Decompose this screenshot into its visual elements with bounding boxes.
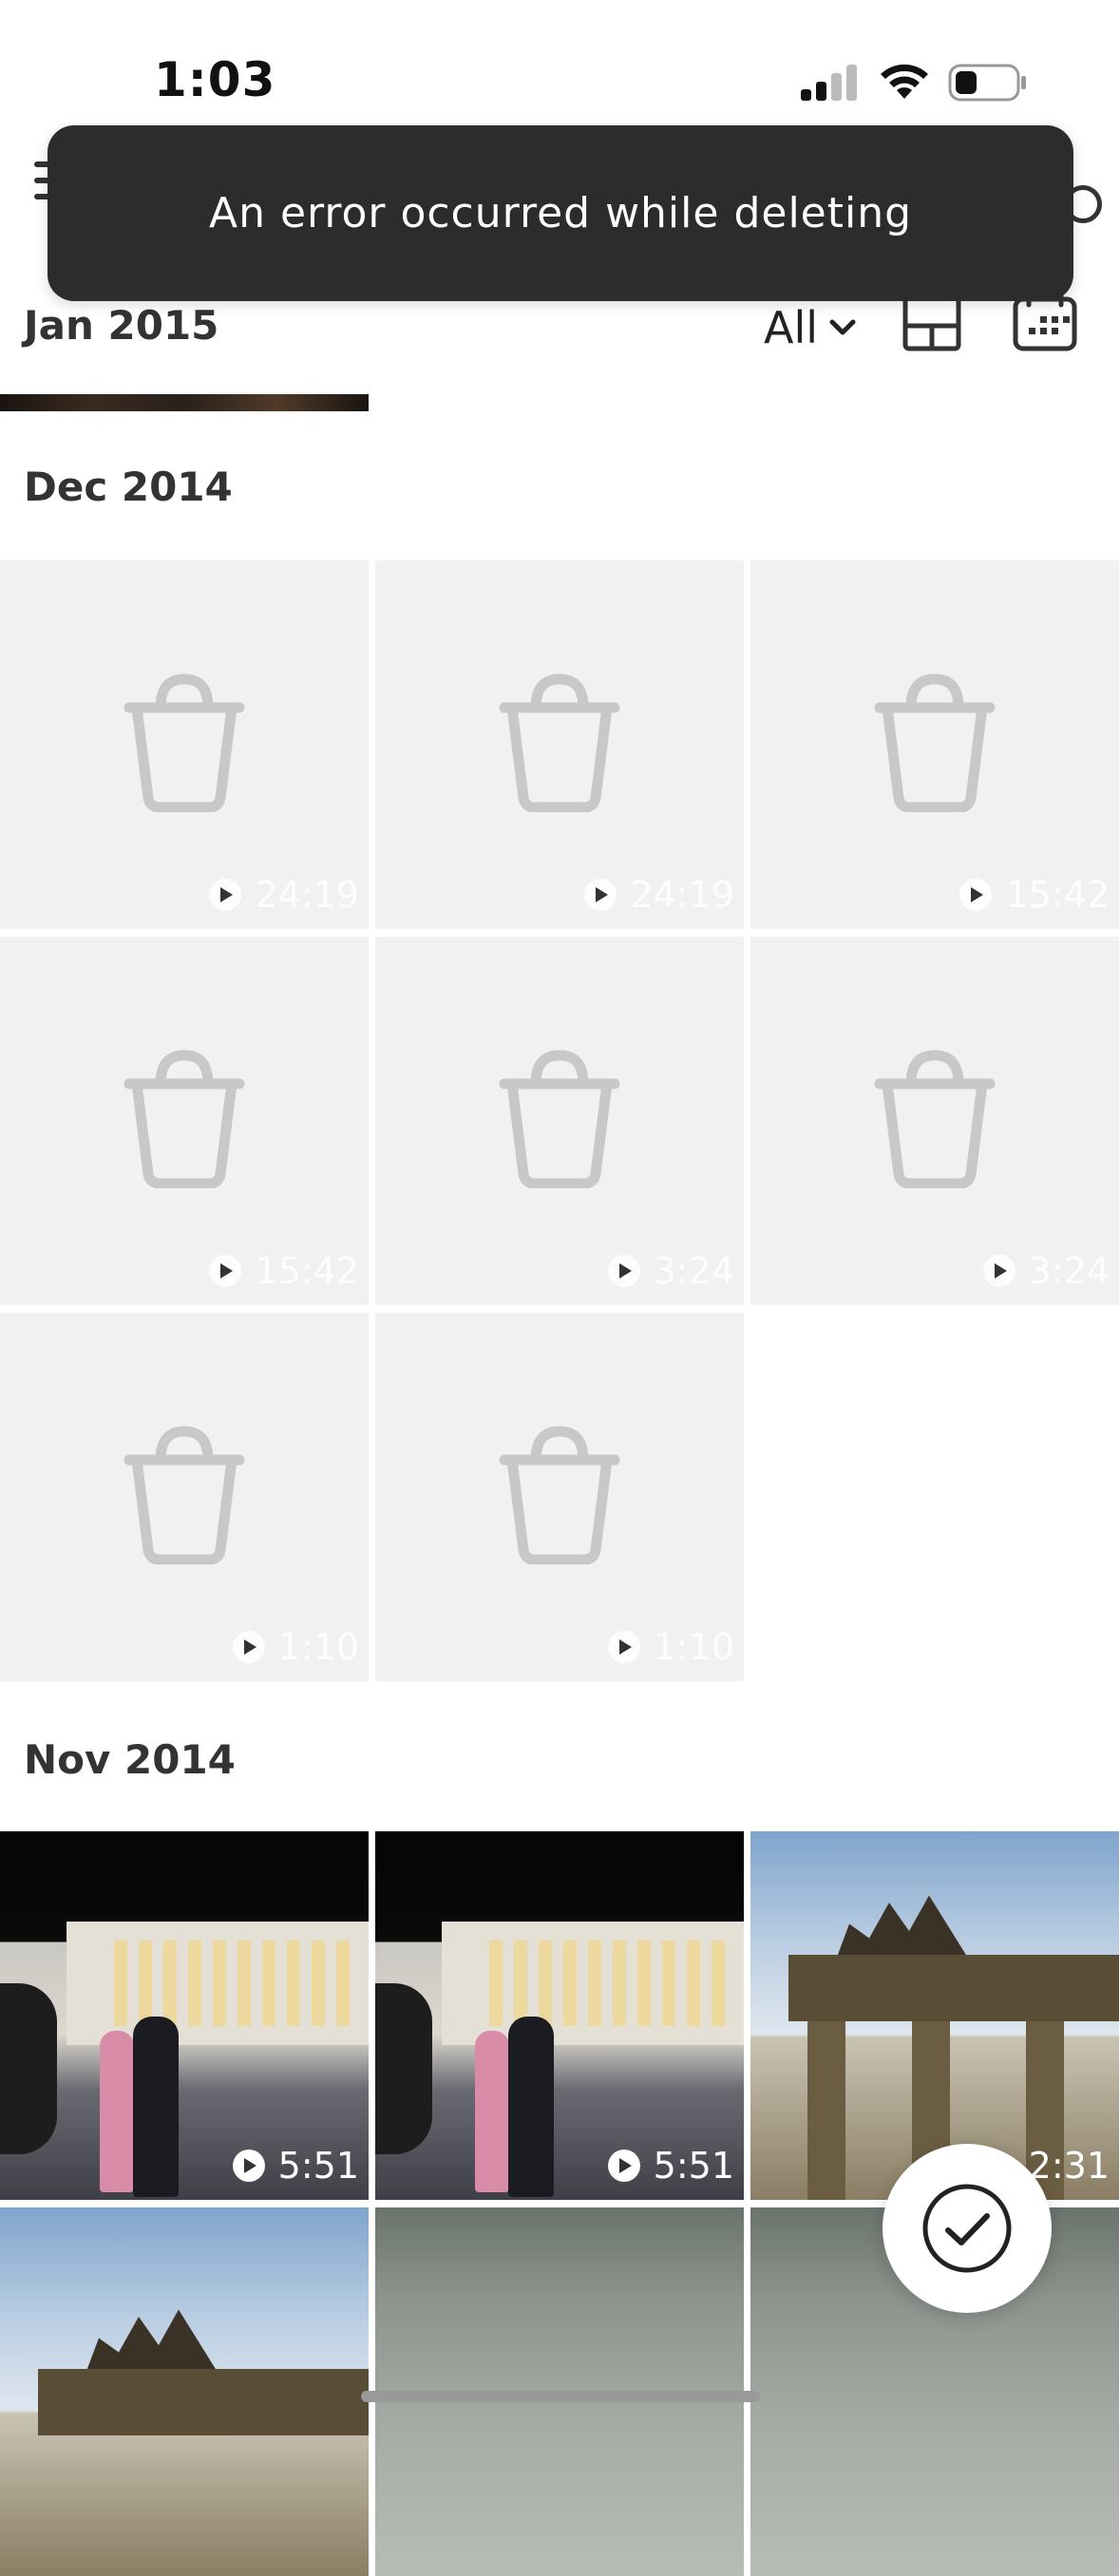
filter-chevron-icon <box>829 319 856 335</box>
trash-icon <box>499 1426 620 1564</box>
trash-icon <box>123 1050 245 1188</box>
video-duration: 15:42 <box>209 1250 359 1292</box>
trash-icon <box>874 1050 996 1188</box>
section-title-nov-2014: Nov 2014 <box>24 1736 236 1783</box>
play-icon <box>959 879 993 911</box>
status-bar: 1:03 <box>0 0 1120 142</box>
video-thumbnail[interactable] <box>0 2207 369 2576</box>
play-icon <box>607 1631 640 1663</box>
video-thumbnail[interactable]: 5:51 <box>0 1831 369 2200</box>
deleted-video-tile[interactable]: 24:19 <box>0 560 369 929</box>
deleted-video-tile[interactable]: 24:19 <box>375 560 744 929</box>
trash-icon <box>499 1050 620 1188</box>
video-duration: 5:51 <box>232 2145 359 2187</box>
video-thumbnail[interactable]: 2:31 <box>750 1831 1119 2200</box>
layout-toggle-icon[interactable] <box>902 294 961 351</box>
deleted-video-tile[interactable]: 1:10 <box>0 1313 369 1681</box>
filter-dropdown[interactable]: All <box>764 302 856 353</box>
video-thumbnail[interactable]: 5:51 <box>375 1831 744 2200</box>
deleted-video-tile[interactable]: 3:24 <box>750 937 1119 1305</box>
video-duration: 1:10 <box>607 1626 734 1668</box>
wifi-icon <box>881 64 928 99</box>
video-duration: 1:10 <box>232 1626 359 1668</box>
video-duration: 24:19 <box>209 874 359 916</box>
video-duration: 3:24 <box>607 1250 734 1292</box>
video-duration: 24:19 <box>584 874 734 916</box>
play-icon <box>209 1255 242 1287</box>
trash-icon <box>123 673 245 812</box>
status-time: 1:03 <box>154 52 276 107</box>
trash-icon <box>123 1426 245 1564</box>
toast-message: An error occurred while deleting <box>208 189 913 237</box>
deleted-video-tile[interactable]: 15:42 <box>750 560 1119 929</box>
play-icon <box>209 879 242 911</box>
video-duration: 5:51 <box>607 2145 734 2187</box>
play-icon <box>607 1255 640 1287</box>
play-icon <box>232 2150 265 2182</box>
deleted-video-tile[interactable]: 15:42 <box>0 937 369 1305</box>
checkmark-icon <box>922 2184 1012 2273</box>
play-icon <box>982 1255 1016 1287</box>
trash-icon <box>874 673 996 812</box>
play-icon <box>584 879 617 911</box>
jan-2015-photo-strip[interactable] <box>0 394 369 411</box>
trash-icon <box>499 673 620 812</box>
deleted-video-tile[interactable]: 3:24 <box>375 937 744 1305</box>
deleted-video-tile[interactable]: 1:10 <box>375 1313 744 1681</box>
video-duration: 3:24 <box>982 1250 1110 1292</box>
home-indicator[interactable] <box>361 2391 760 2402</box>
filter-label: All <box>764 302 819 353</box>
video-duration: 2:31 <box>1028 2145 1110 2187</box>
video-duration: 15:42 <box>959 874 1110 916</box>
play-icon <box>607 2150 640 2182</box>
section-title-jan-2015: Jan 2015 <box>24 302 219 349</box>
play-icon <box>232 1631 265 1663</box>
section-title-dec-2014: Dec 2014 <box>24 464 233 510</box>
error-toast: An error occurred while deleting <box>47 125 1073 301</box>
select-done-button[interactable] <box>883 2144 1052 2313</box>
signal-icon <box>801 65 857 101</box>
battery-icon <box>948 64 1026 102</box>
